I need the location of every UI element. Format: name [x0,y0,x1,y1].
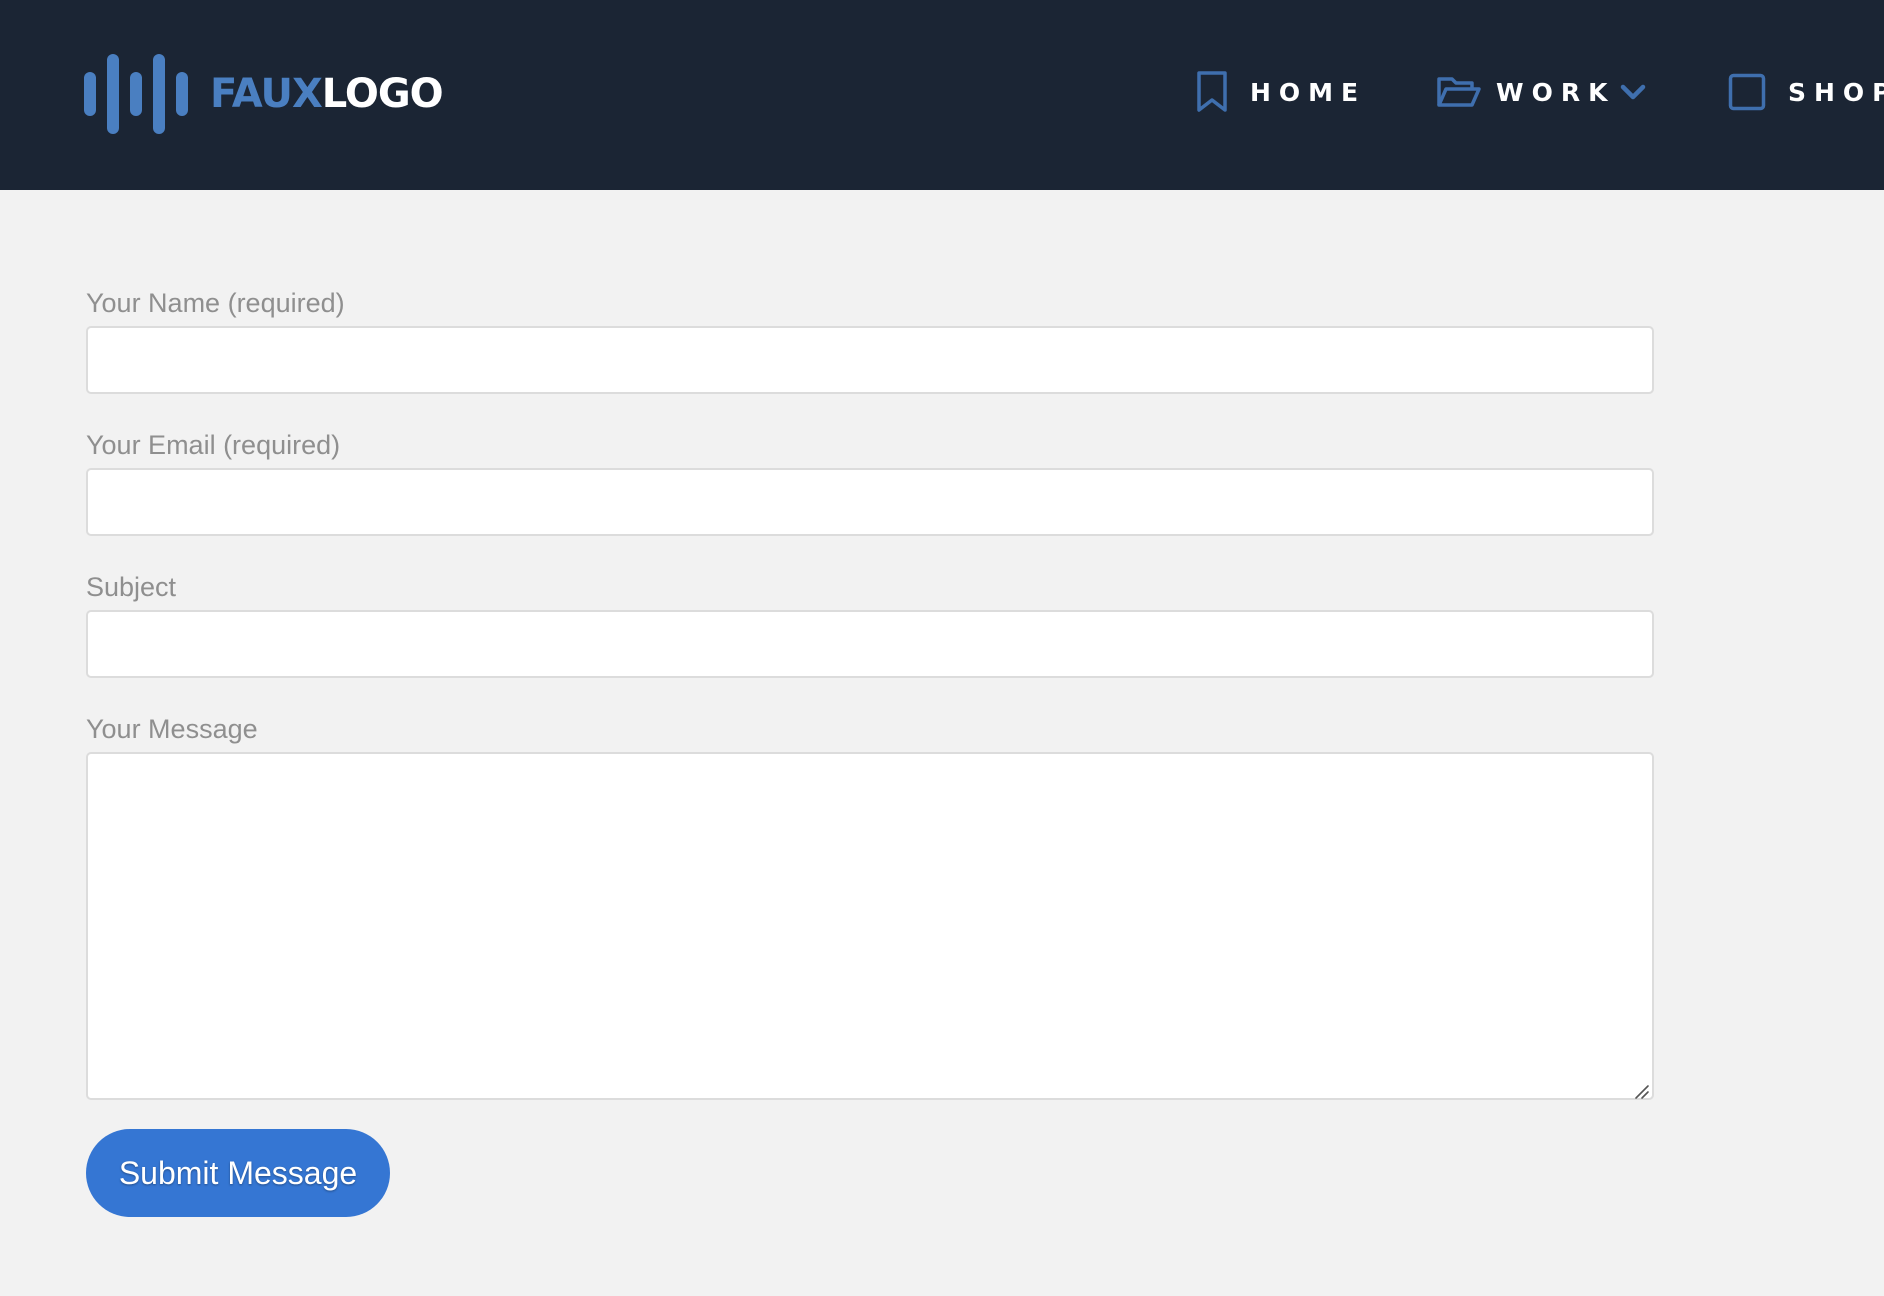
nav-item-label: HOME [1250,77,1367,107]
name-field[interactable] [86,326,1654,394]
site-logo[interactable]: FAUXLOGO [84,54,444,134]
bookmark-icon [1197,71,1227,112]
name-field-label: Your Name (required) [86,288,345,318]
subject-field-label: Subject [86,572,177,602]
logo-text: FAUXLOGO [210,71,444,117]
folder-open-icon [1437,77,1481,107]
message-field[interactable] [86,752,1654,1100]
message-field-label: Your Message [86,714,258,744]
site-header: FAUXLOGO HOME WORK SHOP [0,0,1884,190]
subject-field[interactable] [86,610,1654,678]
nav-item-label: WORK [1496,77,1616,107]
nav-item-home[interactable]: HOME [1196,70,1366,114]
nav-item-label: SHOP [1788,77,1884,107]
square-icon [1728,73,1766,111]
email-field-label: Your Email (required) [86,430,341,460]
nav-item-shop[interactable]: SHOP [1728,70,1884,114]
logo-text-logo: LOGO [321,71,444,117]
sound-bars-icon [84,54,188,134]
nav-item-work[interactable]: WORK [1436,70,1647,114]
resize-grip-icon[interactable] [1632,1082,1650,1100]
submit-message-button[interactable]: Submit Message [86,1129,390,1217]
email-field[interactable] [86,468,1654,536]
logo-text-faux: FAUX [210,71,323,117]
chevron-down-icon[interactable] [1619,82,1647,102]
